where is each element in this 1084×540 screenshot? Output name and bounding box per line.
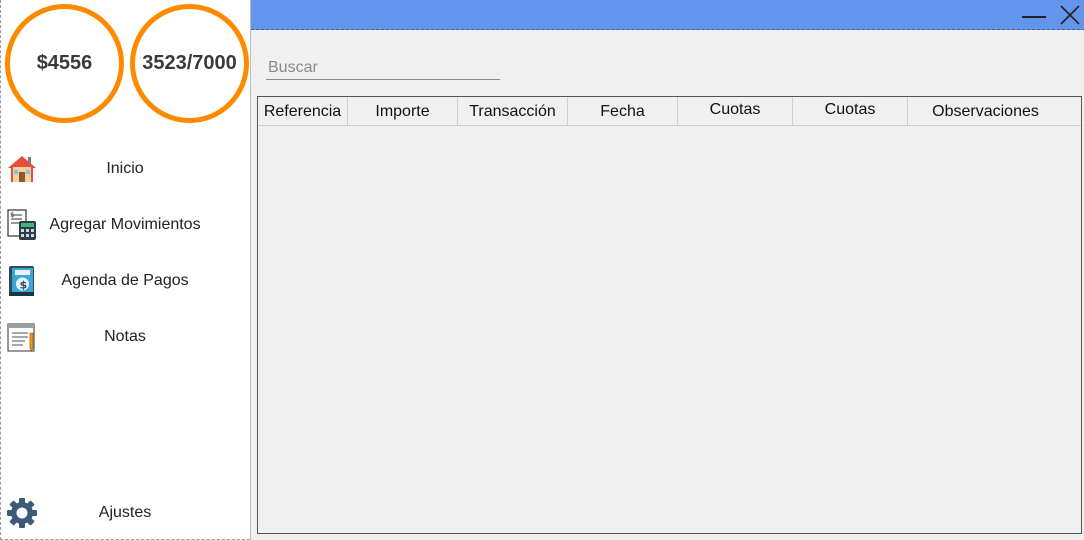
limit-value: 3523/7000 xyxy=(142,52,237,74)
column-header-cuotas[interactable]: Cuotas xyxy=(678,97,793,126)
sidebar-item-label: Ajustes xyxy=(98,504,152,521)
table-header: Referencia Importe Transacción Fecha Cuo… xyxy=(258,97,1081,126)
search-input[interactable] xyxy=(266,56,500,80)
column-header-referencia[interactable]: Referencia xyxy=(258,97,348,126)
sidebar-item-ajustes[interactable]: Ajustes xyxy=(1,487,249,539)
close-button[interactable] xyxy=(1057,2,1083,28)
minimize-button[interactable] xyxy=(1019,2,1049,28)
balance-indicator: $4556 xyxy=(5,4,124,123)
sidebar-item-label: Agregar Movimientos xyxy=(49,216,201,233)
sidebar-item-label: Inicio xyxy=(106,160,144,177)
close-icon xyxy=(1060,5,1080,25)
sidebar-item-notas[interactable]: Notas xyxy=(1,311,249,363)
sidebar: $4556 3523/7000 Inicio $ Agregar Movimie… xyxy=(0,0,250,540)
minimize-icon xyxy=(1022,16,1046,18)
sidebar-item-agregar-movimientos[interactable]: $ Agregar Movimientos xyxy=(1,199,249,251)
limit-indicator: 3523/7000 xyxy=(130,4,249,123)
column-header-importe[interactable]: Importe xyxy=(348,97,458,126)
column-header-transaccion[interactable]: Transacción xyxy=(458,97,568,126)
main-panel: Referencia Importe Transacción Fecha Cuo… xyxy=(250,0,1084,540)
sidebar-item-agenda-de-pagos[interactable]: $ Agenda de Pagos xyxy=(1,255,249,307)
column-header-observaciones[interactable]: Observaciones xyxy=(908,97,1063,126)
title-bar[interactable] xyxy=(251,0,1084,30)
sidebar-item-inicio[interactable]: Inicio xyxy=(1,143,249,195)
transactions-table[interactable]: Referencia Importe Transacción Fecha Cuo… xyxy=(257,96,1082,534)
column-header-cuotas-2[interactable]: Cuotas xyxy=(793,97,908,126)
balance-value: $4556 xyxy=(36,52,93,74)
sidebar-item-label: Agenda de Pagos xyxy=(61,272,189,289)
sidebar-item-label: Notas xyxy=(104,328,146,345)
column-header-fecha[interactable]: Fecha xyxy=(568,97,678,126)
